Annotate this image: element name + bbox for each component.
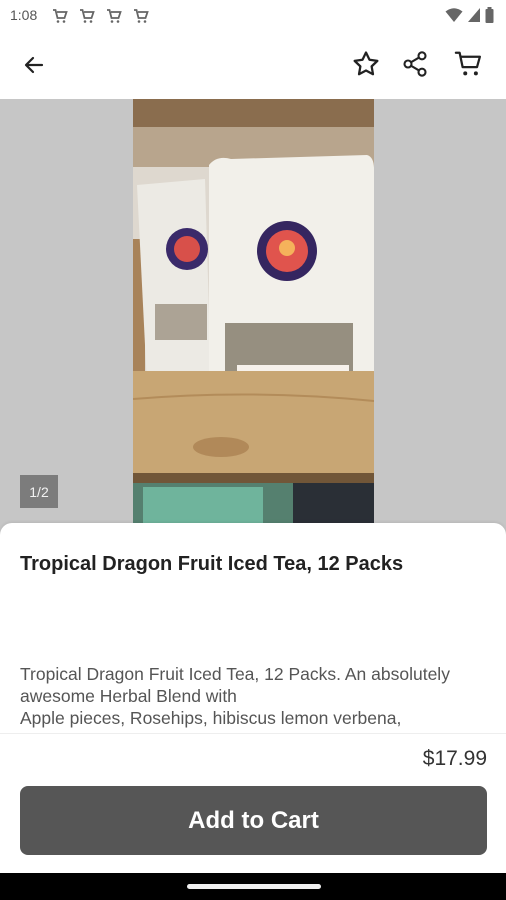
product-detail-screen: 1:08 1/2 Tropical Dragon Fruit Iced Tea,… [0, 0, 506, 900]
product-description-container[interactable]: Tropical Dragon Fruit Iced Tea, 12 Packs… [20, 663, 506, 733]
cart-icon [134, 9, 149, 23]
product-image-gallery[interactable] [0, 99, 506, 539]
signal-icon [468, 8, 480, 22]
favorite-button[interactable] [346, 44, 386, 84]
status-bar: 1:08 [0, 0, 506, 32]
cart-icon [80, 9, 95, 23]
status-time: 1:08 [10, 7, 38, 23]
system-navigation-bar [0, 873, 506, 900]
share-icon [403, 51, 427, 77]
back-button[interactable] [14, 45, 54, 85]
cart-icon [53, 9, 68, 23]
status-indicators [445, 7, 494, 23]
divider [0, 733, 506, 734]
battery-icon [485, 7, 494, 23]
cart-icon [107, 9, 122, 23]
cart-icon [454, 51, 481, 76]
product-details-sheet: Tropical Dragon Fruit Iced Tea, 12 Packs… [0, 523, 506, 873]
tea-bags-photo [133, 99, 374, 539]
product-title: Tropical Dragon Fruit Iced Tea, 12 Packs [20, 553, 404, 575]
cart-button[interactable] [449, 44, 489, 84]
wifi-icon [445, 8, 463, 22]
star-outline-icon [353, 51, 379, 76]
product-photo [133, 99, 374, 539]
gallery-page-indicator: 1/2 [20, 475, 58, 508]
product-description: Tropical Dragon Fruit Iced Tea, 12 Packs… [20, 664, 450, 733]
home-gesture-pill[interactable] [187, 884, 321, 889]
arrow-left-icon [24, 56, 44, 74]
product-price: $17.99 [422, 747, 487, 770]
top-app-bar [0, 32, 506, 100]
share-button[interactable] [395, 44, 435, 84]
add-to-cart-button[interactable]: Add to Cart [20, 786, 487, 855]
